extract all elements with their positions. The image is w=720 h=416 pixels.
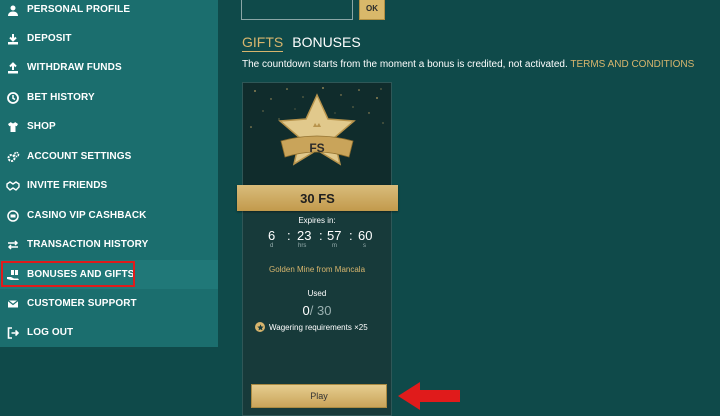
separator: :	[287, 228, 291, 243]
nav-label: WITHDRAW FUNDS	[27, 62, 122, 73]
nav-withdraw-funds[interactable]: WITHDRAW FUNDS	[0, 53, 218, 82]
countdown-days: 6	[268, 228, 276, 243]
countdown-minutes: 57	[327, 228, 342, 243]
play-button[interactable]: Play	[251, 384, 387, 408]
highlight-box	[1, 261, 135, 287]
tab-bonuses[interactable]: BONUSES	[292, 34, 360, 52]
nav-label: DEPOSIT	[27, 33, 72, 44]
nav-label: ACCOUNT SETTINGS	[27, 151, 132, 162]
ok-button[interactable]: OK	[359, 0, 385, 20]
badge-label: FS	[309, 141, 324, 155]
arrow-left-icon	[398, 382, 460, 410]
nav-label: BET HISTORY	[27, 92, 95, 103]
expires-label: Expires in:	[298, 216, 336, 225]
game-name: Golden Mine from Mancala	[268, 265, 366, 274]
shirt-icon	[6, 120, 20, 134]
nav-label: SHOP	[27, 121, 56, 132]
countdown-note: The countdown starts from the moment a b…	[242, 59, 694, 70]
sidebar: PERSONAL PROFILE DEPOSIT WITHDRAW FUNDS …	[0, 0, 218, 347]
nav-casino-vip-cashback[interactable]: CASINO VIP CASHBACK	[0, 201, 218, 230]
countdown-seconds: 60	[358, 228, 373, 243]
tab-gifts[interactable]: GIFTS	[242, 34, 284, 52]
minutes-label: m	[332, 243, 337, 249]
star-badge-icon: FS	[250, 87, 384, 166]
nav-bonuses-and-gifts[interactable]: BONUSES AND GIFTS	[0, 260, 218, 289]
logout-icon	[6, 326, 20, 340]
user-icon	[6, 3, 20, 17]
nav-log-out[interactable]: LOG OUT	[0, 318, 218, 347]
tabs: GIFTS BONUSES	[242, 34, 361, 52]
days-label: d	[270, 243, 274, 249]
nav-label: PERSONAL PROFILE	[27, 4, 131, 15]
nav-personal-profile[interactable]: PERSONAL PROFILE	[0, 0, 218, 24]
countdown-hours: 23	[297, 228, 312, 243]
used-total: / 30	[309, 303, 332, 318]
download-icon	[6, 32, 20, 46]
upload-icon	[6, 61, 20, 75]
bonus-card: FS 30 FS Expires in: 6 d 23 hrs : 57 m :…	[237, 82, 398, 416]
gears-icon	[6, 150, 20, 164]
nav-deposit[interactable]: DEPOSIT	[0, 24, 218, 53]
star-icon	[255, 322, 265, 332]
promo-code-input[interactable]	[241, 0, 353, 20]
nav-label: CUSTOMER SUPPORT	[27, 298, 137, 309]
nav-invite-friends[interactable]: INVITE FRIENDS	[0, 171, 218, 200]
nav-label: INVITE FRIENDS	[27, 180, 108, 191]
nav-shop[interactable]: SHOP	[0, 112, 218, 141]
terms-link[interactable]: TERMS AND CONDITIONS	[570, 59, 694, 70]
used-current: 0	[302, 303, 310, 318]
clock-icon	[6, 91, 20, 105]
separator: :	[349, 228, 353, 243]
amount-ribbon: 30 FS	[237, 185, 398, 211]
hours-label: hrs	[298, 243, 307, 249]
main-content: OK GIFTS BONUSES The countdown starts fr…	[218, 0, 720, 416]
wager-text: Wagering requirements ×25	[269, 322, 368, 332]
cashback-icon	[6, 209, 20, 223]
seconds-label: s	[363, 243, 366, 249]
nav-customer-support[interactable]: CUSTOMER SUPPORT	[0, 289, 218, 318]
nav-label: TRANSACTION HISTORY	[27, 239, 149, 250]
note-text: The countdown starts from the moment a b…	[242, 59, 568, 70]
used-label: Used	[307, 289, 327, 298]
used-value: 0/ 30	[243, 303, 391, 318]
nav-account-settings[interactable]: ACCOUNT SETTINGS	[0, 142, 218, 171]
nav-bet-history[interactable]: BET HISTORY	[0, 83, 218, 112]
nav-label: LOG OUT	[27, 327, 74, 338]
card-banner: FS	[243, 83, 391, 193]
mail-icon	[6, 297, 20, 311]
wager-requirements: Wagering requirements ×25	[255, 322, 368, 332]
nav-label: CASINO VIP CASHBACK	[27, 210, 147, 221]
nav-transaction-history[interactable]: TRANSACTION HISTORY	[0, 230, 218, 259]
separator: :	[319, 228, 323, 243]
arrows-icon	[6, 238, 20, 252]
handshake-icon	[6, 179, 20, 193]
